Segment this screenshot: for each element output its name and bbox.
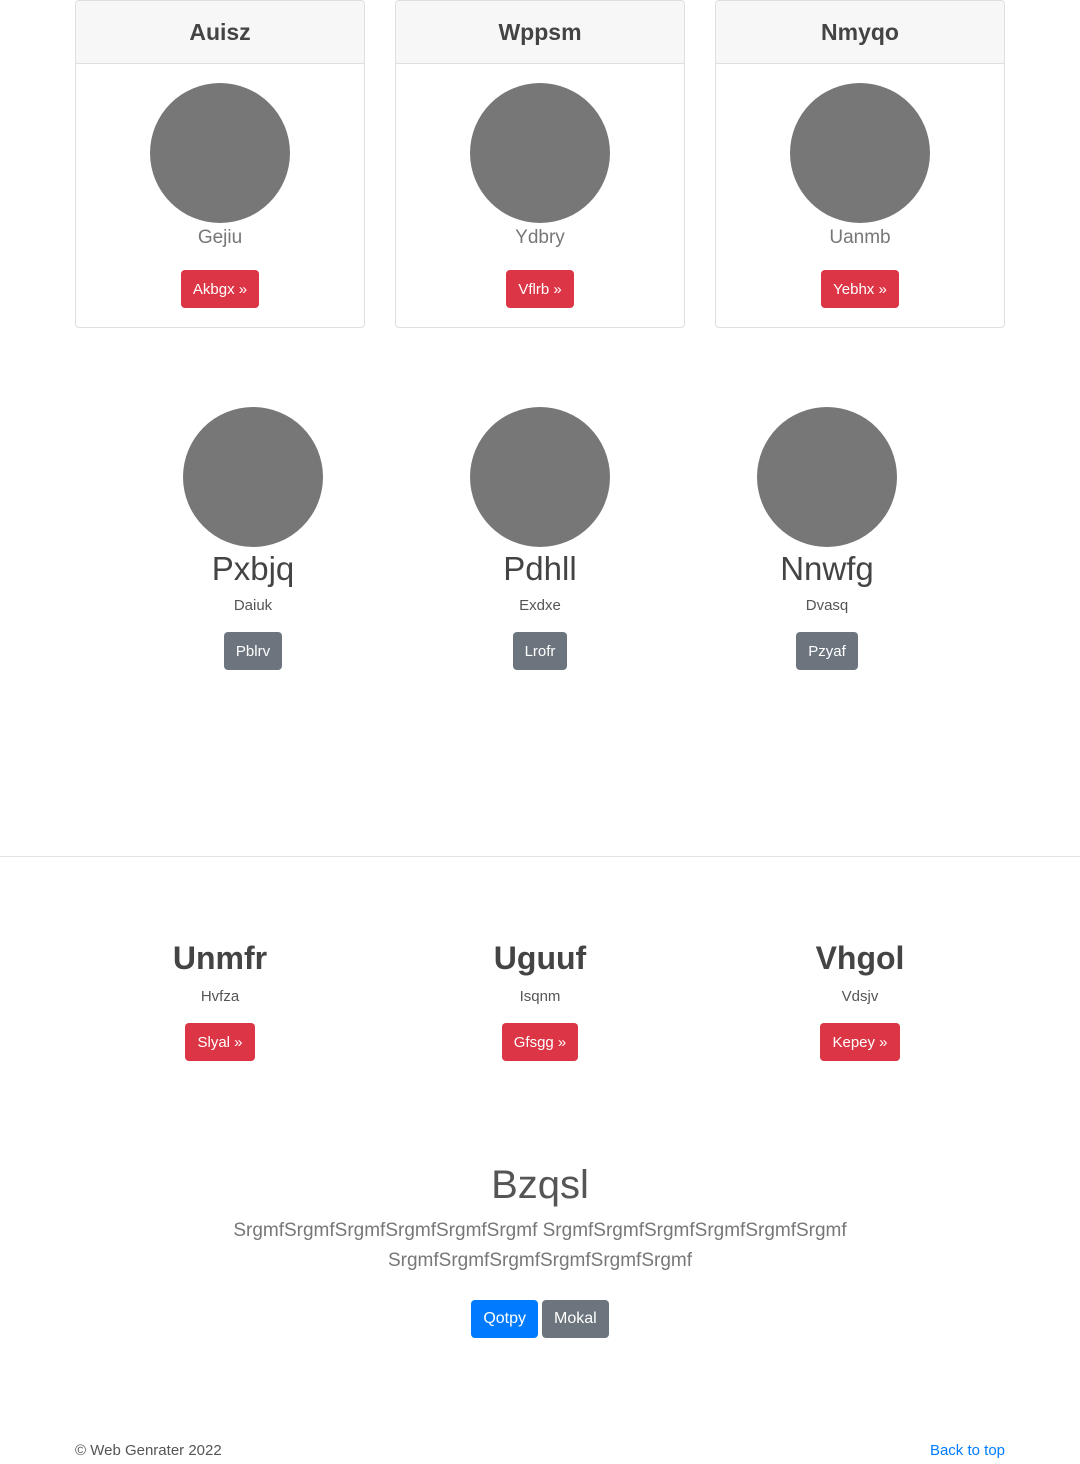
column-text: Isqnm (519, 988, 561, 1005)
featurette: Pxbjq Daiuk Pblrv (123, 407, 383, 670)
card-subtitle: Gejiu (197, 227, 243, 248)
card: Auisz Gejiu Akbgx » (75, 0, 365, 328)
column-title: Vhgol (815, 940, 905, 976)
footer: © Web Genrater 2022 Back to top (75, 1442, 1005, 1459)
copyright-text: © Web Genrater 2022 (75, 1442, 222, 1459)
back-to-top-link[interactable]: Back to top (930, 1442, 1005, 1459)
card-title: Auisz (76, 1, 364, 64)
avatar-placeholder (470, 83, 610, 223)
avatar-placeholder (790, 83, 930, 223)
jumbotron-actions: Qotpy Mokal (0, 1300, 1080, 1338)
avatar-placeholder (757, 407, 897, 547)
column-button[interactable]: Gfsgg » (501, 1023, 579, 1061)
featurette-button[interactable]: Lrofr (512, 632, 568, 670)
column-text: Vdsjv (841, 988, 879, 1005)
section-divider (0, 856, 1080, 857)
card-title: Nmyqo (716, 1, 1004, 64)
card-button[interactable]: Vflrb » (506, 270, 574, 308)
page: Auisz Gejiu Akbgx » Wppsm Ydbry Vflrb » … (0, 0, 1080, 1464)
avatar-placeholder (183, 407, 323, 547)
column-actions: Slyal » (70, 1023, 370, 1061)
featurette-button[interactable]: Pblrv (223, 632, 283, 670)
card-button[interactable]: Akbgx » (180, 270, 260, 308)
jumbotron-title: Bzqsl (491, 1163, 589, 1207)
jumbotron: Bzqsl SrgmfSrgmfSrgmfSrgmfSrgmfSrgmf Srg… (0, 1160, 1080, 1338)
column-actions: Gfsgg » (390, 1023, 690, 1061)
featurette-actions: Lrofr (410, 632, 670, 670)
avatar-placeholder (470, 407, 610, 547)
card-subtitle: Uanmb (829, 227, 891, 248)
card-actions: Vflrb » (396, 270, 684, 308)
column: Uguuf Isqnm Gfsgg » (390, 938, 690, 1061)
featurette: Pdhll Exdxe Lrofr (410, 407, 670, 670)
card-actions: Yebhx » (716, 270, 1004, 308)
featurette-title: Pxbjq (211, 550, 295, 587)
column-button[interactable]: Kepey » (820, 1023, 900, 1061)
column-text: Hvfza (200, 988, 240, 1005)
featurette: Nnwfg Dvasq Pzyaf (697, 407, 957, 670)
featurette-text: Exdxe (519, 597, 561, 614)
avatar-placeholder (150, 83, 290, 223)
secondary-button[interactable]: Mokal (542, 1300, 609, 1338)
featurette-actions: Pzyaf (697, 632, 957, 670)
featurette-title: Pdhll (503, 550, 577, 587)
featurette-title: Nnwfg (780, 550, 874, 587)
card-subtitle: Ydbry (515, 227, 565, 248)
card-title: Wppsm (396, 1, 684, 64)
primary-button[interactable]: Qotpy (471, 1300, 538, 1338)
card-button[interactable]: Yebhx » (821, 270, 899, 308)
card-row: Auisz Gejiu Akbgx » Wppsm Ydbry Vflrb » … (75, 0, 1005, 328)
card: Nmyqo Uanmb Yebhx » (715, 0, 1005, 328)
column: Vhgol Vdsjv Kepey » (710, 938, 1010, 1061)
column-title: Unmfr (172, 940, 268, 976)
column-button[interactable]: Slyal » (185, 1023, 255, 1061)
card-actions: Akbgx » (76, 270, 364, 308)
column-actions: Kepey » (710, 1023, 1010, 1061)
featurette-button[interactable]: Pzyaf (796, 632, 858, 670)
jumbotron-lead: SrgmfSrgmfSrgmfSrgmfSrgmfSrgmf SrgmfSrgm… (233, 1220, 847, 1271)
card: Wppsm Ydbry Vflrb » (395, 0, 685, 328)
featurette-actions: Pblrv (123, 632, 383, 670)
column-title: Uguuf (493, 940, 587, 976)
featurette-text: Dvasq (805, 597, 849, 614)
column: Unmfr Hvfza Slyal » (70, 938, 370, 1061)
featurette-text: Daiuk (233, 597, 273, 614)
